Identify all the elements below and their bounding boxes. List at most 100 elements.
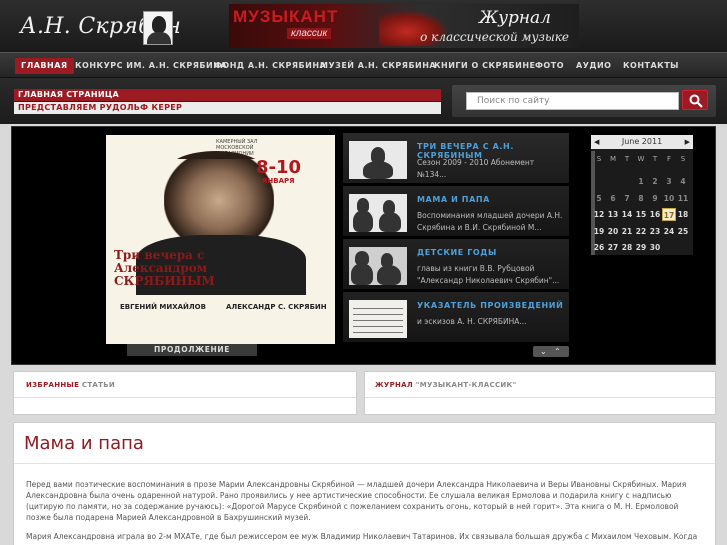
featured-articles-heading[interactable]: ИЗБРАННЫЕ СТАТЬИ (14, 372, 356, 398)
article-title: Мама и папа (24, 433, 144, 454)
nav-item-museum[interactable]: МУЗЕЙ А.Н. СКРЯБИНА (320, 58, 436, 74)
calendar-day[interactable]: 26 (592, 241, 606, 254)
calendar-day[interactable]: 22 (634, 225, 648, 238)
article: Мама и папа Перед вами поэтические воспо… (13, 422, 716, 545)
chevron-down-icon[interactable]: ⌄ (540, 346, 547, 357)
calendar-day[interactable]: 12 (592, 208, 606, 221)
featured-heading-rest: СТАТЬИ (81, 381, 116, 389)
calendar-day[interactable]: 1 (634, 175, 648, 188)
section-tabs: ИЗБРАННЫЕ СТАТЬИ ЖУРНАЛ "МУЗЫКАНТ-КЛАССИ… (13, 371, 716, 415)
banner-brand: МУЗЫКАНТ (233, 7, 339, 26)
banner-subtitle: о классической музыке (420, 30, 569, 44)
calendar-day[interactable]: 30 (648, 241, 662, 254)
article-divider (14, 463, 715, 464)
breadcrumb-current[interactable]: ПРЕДСТАВЛЯЕМ РУДОЛЬФ КЕРЕР (14, 102, 441, 114)
nav-item-contacts[interactable]: КОНТАКТЫ (623, 58, 679, 74)
calendar-day[interactable]: 21 (620, 225, 634, 238)
nav-item-books[interactable]: КНИГИ О СКРЯБИНЕ (434, 58, 535, 74)
feature-thumbnail (349, 247, 407, 285)
calendar-weekday: T (652, 155, 658, 163)
calendar-day[interactable]: 29 (634, 241, 648, 254)
calendar-day[interactable]: 5 (592, 192, 606, 205)
feature-item[interactable]: УКАЗАТЕЛЬ ПРОИЗВЕДЕНИЙ и эскизов А. Н. С… (343, 292, 569, 342)
calendar-day[interactable]: 16 (648, 208, 662, 221)
feature-item[interactable]: ДЕТСКИЕ ГОДЫ главы из книги В.В. Рубцово… (343, 239, 569, 289)
calendar-weekday: W (637, 155, 645, 163)
journal-heading[interactable]: ЖУРНАЛ "МУЗЫКАНТ-КЛАССИК" (365, 372, 715, 398)
site-header: А.Н. Скрябин МУЗЫКАНТ классик Журнал о к… (0, 0, 727, 52)
feature-title: УКАЗАТЕЛЬ ПРОИЗВЕДЕНИЙ (417, 301, 564, 310)
sub-header: ГЛАВНАЯ СТРАНИЦА ПРЕДСТАВЛЯЕМ РУДОЛЬФ КЕ… (0, 78, 727, 124)
calendar-weekday: M (609, 155, 617, 163)
featured-heading-highlight: ИЗБРАННЫЕ (26, 381, 80, 389)
calendar-day[interactable]: 18 (676, 208, 690, 221)
feature-description: и эскизов А. Н. СКРЯБИНА... (417, 317, 527, 326)
calendar-day[interactable]: 4 (676, 175, 690, 188)
calendar-day[interactable]: 27 (606, 241, 620, 254)
banner-title: Журнал (479, 8, 552, 28)
nav-item-home[interactable]: ГЛАВНАЯ (15, 58, 74, 74)
calendar-day[interactable]: 14 (620, 208, 634, 221)
feature-scroll-arrows[interactable]: ⌄ ⌃ (533, 346, 569, 357)
calendar-day[interactable]: 8 (634, 192, 648, 205)
calendar-widget: ◀ June 2011 ▶ S M T W T F S 1 2 3 4 5 6 7 8 9 10 11 12 13 14… (591, 135, 693, 255)
calendar-day[interactable]: 24 (662, 225, 676, 238)
calendar-day[interactable]: 17 (662, 208, 676, 221)
calendar-title: June 2011 (621, 137, 663, 146)
calendar-day[interactable]: 19 (592, 225, 606, 238)
chevron-up-icon[interactable]: ⌃ (554, 346, 561, 357)
nav-item-audio[interactable]: АУДИО (576, 58, 611, 74)
poster-date: 8-10 (256, 157, 302, 178)
search-button[interactable] (682, 90, 708, 110)
feature-item[interactable]: МАМА И ПАПА Воспоминания младшей дочери … (343, 186, 569, 236)
poster-month: ЯНВАРЯ (262, 177, 295, 185)
feature-thumbnail (349, 300, 407, 338)
calendar-weekday: T (624, 155, 630, 163)
calendar-prev-button[interactable]: ◀ (594, 135, 599, 149)
poster-title: Три вечера с Александром СКРЯБИНЫМ (114, 248, 215, 288)
logo-portrait-icon[interactable] (143, 11, 173, 45)
calendar-weekday: S (680, 155, 686, 163)
calendar-day[interactable]: 11 (676, 192, 690, 205)
calendar-day[interactable]: 23 (648, 225, 662, 238)
calendar-header: ◀ June 2011 ▶ (591, 135, 693, 149)
concert-poster[interactable]: КАМЕРНЫЙ ЗАЛ МОСКОВСКОЙ ФИЛАРМОНИИ 8-10 … (106, 135, 335, 344)
search-panel (452, 85, 716, 117)
journal-banner[interactable]: МУЗЫКАНТ классик Журнал о классической м… (229, 4, 579, 48)
journal-panel: ЖУРНАЛ "МУЗЫКАНТ-КЛАССИК" (364, 371, 716, 415)
feature-description: Воспоминания младшей дочери А.Н. Скрябин… (417, 211, 563, 232)
calendar-day[interactable]: 20 (606, 225, 620, 238)
calendar-day[interactable]: 28 (620, 241, 634, 254)
banner-brand-sub: классик (287, 28, 332, 39)
nav-item-competition[interactable]: КОНКУРС ИМ. А.Н. СКРЯБИНА (75, 58, 227, 74)
search-icon (689, 94, 703, 108)
calendar-day[interactable]: 2 (648, 175, 662, 188)
calendar-next-button[interactable]: ▶ (685, 135, 690, 149)
article-paragraph: Мария Александровна играла во 2-м МХАТе,… (26, 532, 698, 541)
feature-title: ДЕТСКИЕ ГОДЫ (417, 248, 497, 257)
calendar-day[interactable]: 15 (634, 208, 648, 221)
poster-program: АЛЕКСАНДР С. СКРЯБИН (226, 303, 327, 311)
breadcrumb-home[interactable]: ГЛАВНАЯ СТРАНИЦА (14, 89, 441, 101)
calendar-weekday: S (596, 155, 602, 163)
calendar-day[interactable]: 3 (662, 175, 676, 188)
calendar-day[interactable]: 10 (662, 192, 676, 205)
calendar-day[interactable]: 25 (676, 225, 690, 238)
feature-thumbnail (349, 141, 407, 179)
continue-button[interactable]: ПРОДОЛЖЕНИЕ (127, 344, 257, 356)
calendar-day[interactable]: 6 (606, 192, 620, 205)
article-paragraph: Перед вами поэтические воспоминания в пр… (26, 480, 687, 522)
feature-thumbnail (349, 194, 407, 232)
feature-description: Сезон 2009 - 2010 Абонемент №134... (417, 158, 535, 179)
nav-item-foundation[interactable]: ФОНД А.Н. СКРЯБИНА (214, 58, 326, 74)
journal-heading-label: ЖУРНАЛ (375, 381, 413, 389)
nav-item-photo[interactable]: ФОТО (535, 58, 564, 74)
calendar-day[interactable]: 7 (620, 192, 634, 205)
feature-item[interactable]: ТРИ ВЕЧЕРА С А.Н. СКРЯБИНЫМ Сезон 2009 -… (343, 133, 569, 183)
calendar-weekday: F (666, 155, 672, 163)
feature-title: МАМА И ПАПА (417, 195, 490, 204)
calendar-day[interactable]: 13 (606, 208, 620, 221)
search-input[interactable] (466, 92, 679, 110)
main-nav: ГЛАВНАЯ КОНКУРС ИМ. А.Н. СКРЯБИНА ФОНД А… (0, 52, 727, 78)
calendar-day[interactable]: 9 (648, 192, 662, 205)
